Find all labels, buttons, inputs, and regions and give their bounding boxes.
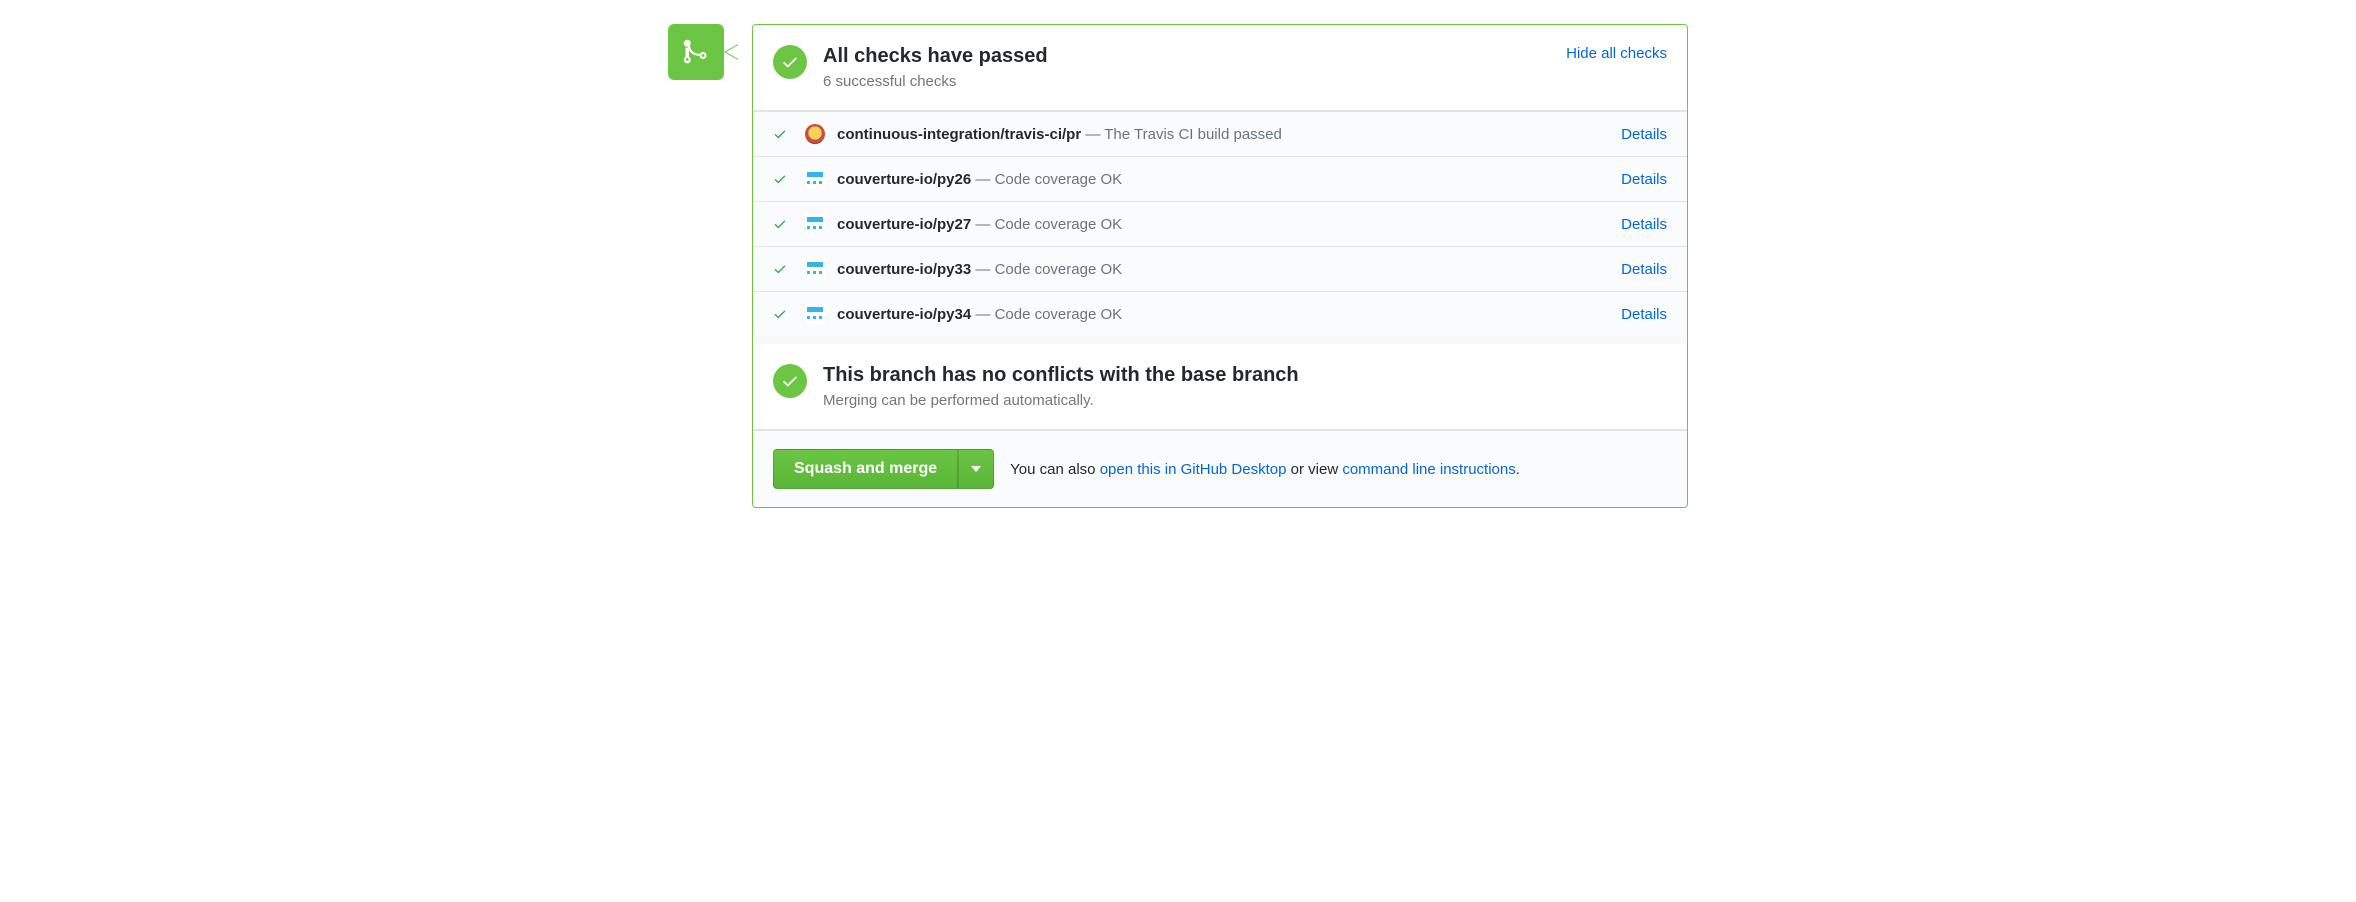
check-row: couverture-io/py27 — Code coverage OK Det…	[753, 201, 1687, 246]
check-row: couverture-io/py33 — Code coverage OK Det…	[753, 246, 1687, 291]
merge-hint: You can also open this in GitHub Desktop…	[1010, 461, 1520, 478]
status-success-icon	[773, 45, 807, 79]
conflict-subtitle: Merging can be performed automatically.	[823, 392, 1667, 409]
squash-merge-button[interactable]: Squash and merge	[773, 449, 958, 489]
check-name: continuous-integration/travis-ci/pr	[837, 126, 1081, 143]
merge-bar: Squash and merge You can also open this …	[753, 430, 1687, 507]
check-name: couverture-io/py26	[837, 171, 971, 188]
merge-panel: All checks have passed 6 successful chec…	[752, 24, 1688, 508]
check-avatar	[805, 169, 825, 189]
check-avatar	[805, 259, 825, 279]
check-details-link[interactable]: Details	[1621, 306, 1667, 323]
check-success-icon	[773, 307, 789, 321]
checks-subtitle: 6 successful checks	[823, 73, 1667, 90]
conflict-section: This branch has no conflicts with the ba…	[753, 344, 1687, 430]
merge-status-wrapper: All checks have passed 6 successful chec…	[668, 24, 1688, 508]
check-list: continuous-integration/travis-ci/pr — Th…	[753, 111, 1687, 344]
checks-title: All checks have passed	[823, 43, 1667, 69]
caret-down-icon	[971, 466, 981, 472]
merge-icon	[668, 24, 724, 80]
check-success-icon	[773, 262, 789, 276]
check-desc: — Code coverage OK	[971, 216, 1122, 233]
open-desktop-link[interactable]: open this in GitHub Desktop	[1100, 461, 1287, 478]
check-desc: — Code coverage OK	[971, 306, 1122, 323]
check-success-icon	[773, 217, 789, 231]
cli-instructions-link[interactable]: command line instructions	[1342, 461, 1515, 478]
conflict-title: This branch has no conflicts with the ba…	[823, 362, 1667, 388]
check-desc: — Code coverage OK	[971, 171, 1122, 188]
check-desc: — The Travis CI build passed	[1081, 126, 1282, 143]
check-name: couverture-io/py34	[837, 306, 971, 323]
merge-button-group: Squash and merge	[773, 449, 994, 489]
toggle-checks-link[interactable]: Hide all checks	[1566, 45, 1667, 62]
check-row: couverture-io/py34 — Code coverage OK Det…	[753, 291, 1687, 336]
check-avatar	[805, 124, 825, 144]
check-icon	[781, 372, 799, 390]
check-details-link[interactable]: Details	[1621, 171, 1667, 188]
check-row: continuous-integration/travis-ci/pr — Th…	[753, 111, 1687, 156]
merge-method-dropdown[interactable]	[958, 449, 994, 489]
check-name: couverture-io/py27	[837, 216, 971, 233]
check-row: couverture-io/py26 — Code coverage OK Det…	[753, 156, 1687, 201]
check-success-icon	[773, 172, 789, 186]
git-merge-icon	[682, 38, 710, 66]
check-avatar	[805, 214, 825, 234]
check-success-icon	[773, 127, 789, 141]
merge-hint-suffix: .	[1516, 461, 1520, 478]
check-desc: — Code coverage OK	[971, 261, 1122, 278]
merge-hint-prefix: You can also	[1010, 461, 1100, 478]
check-details-link[interactable]: Details	[1621, 261, 1667, 278]
check-avatar	[805, 304, 825, 324]
check-details-link[interactable]: Details	[1621, 216, 1667, 233]
check-details-link[interactable]: Details	[1621, 126, 1667, 143]
check-name: couverture-io/py33	[837, 261, 971, 278]
status-success-icon	[773, 364, 807, 398]
check-icon	[781, 53, 799, 71]
merge-hint-mid: or view	[1286, 461, 1342, 478]
checks-header: All checks have passed 6 successful chec…	[753, 25, 1687, 111]
